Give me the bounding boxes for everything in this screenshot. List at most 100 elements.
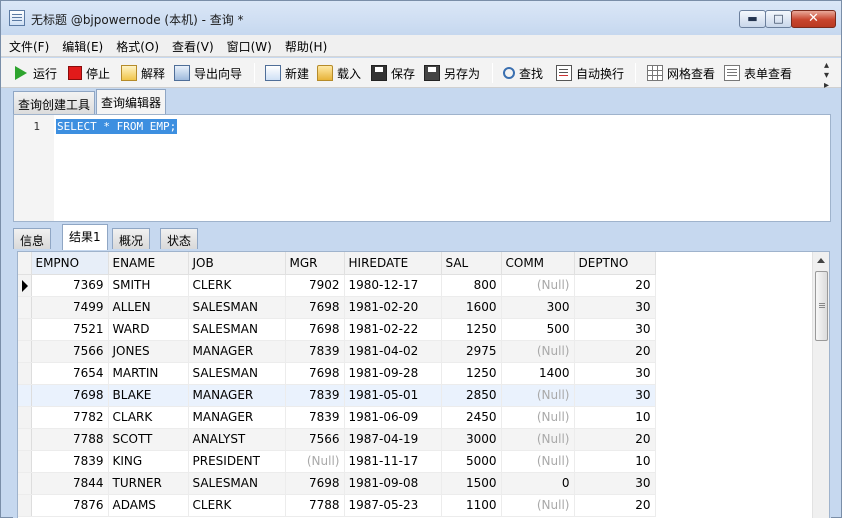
menu-help[interactable]: 帮助(H) xyxy=(277,35,332,55)
grid-cell[interactable]: 20 xyxy=(574,428,656,451)
grid-cell[interactable]: (Null) xyxy=(501,340,575,363)
grid-cell[interactable]: 3000 xyxy=(441,428,502,451)
column-header[interactable]: SAL xyxy=(441,252,502,275)
grid-cell[interactable]: 30 xyxy=(574,472,656,495)
grid-cell[interactable]: PRESIDENT xyxy=(188,450,286,473)
grid-cell[interactable]: (Null) xyxy=(501,450,575,473)
grid-cell[interactable]: 0 xyxy=(501,472,575,495)
grid-cell[interactable]: 30 xyxy=(574,296,656,319)
row-header[interactable] xyxy=(18,472,32,495)
toolbar-overflow-button[interactable]: ▴ ▾ ▸ xyxy=(824,61,829,91)
export-wizard-button[interactable]: 导出向导 xyxy=(174,64,242,82)
grid-view-button[interactable]: 网格查看 xyxy=(647,64,715,82)
grid-cell[interactable]: 1981-04-02 xyxy=(344,340,442,363)
result-grid[interactable]: EMPNO ENAME JOB MGR HIREDATE SAL COMM DE… xyxy=(17,251,830,518)
grid-cell[interactable]: 10 xyxy=(574,406,656,429)
row-header[interactable] xyxy=(18,362,32,385)
grid-cell[interactable]: SALESMAN xyxy=(188,472,286,495)
grid-cell[interactable]: 7839 xyxy=(285,340,345,363)
menu-edit[interactable]: 编辑(E) xyxy=(54,35,108,55)
menu-format[interactable]: 格式(O) xyxy=(108,35,164,55)
grid-cell[interactable]: 7839 xyxy=(285,406,345,429)
grid-cell[interactable]: MANAGER xyxy=(188,384,286,407)
grid-cell[interactable]: 7369 xyxy=(31,274,109,297)
grid-cell[interactable]: 1987-04-19 xyxy=(344,428,442,451)
load-button[interactable]: 载入 xyxy=(317,64,361,82)
grid-cell[interactable]: 7698 xyxy=(285,296,345,319)
menu-file[interactable]: 文件(F) xyxy=(1,35,54,55)
new-button[interactable]: 新建 xyxy=(265,64,309,82)
grid-cell[interactable]: CLERK xyxy=(188,494,286,517)
table-row[interactable]: 7698 BLAKE MANAGER 7839 1981-05-01 2850 (Null)… xyxy=(18,384,656,407)
grid-cell[interactable]: 30 xyxy=(574,362,656,385)
grid-cell[interactable]: MARTIN xyxy=(108,362,189,385)
grid-cell[interactable]: 2975 xyxy=(441,340,502,363)
grid-cell[interactable]: 1981-02-22 xyxy=(344,318,442,341)
column-header[interactable]: ENAME xyxy=(108,252,189,275)
grid-cell[interactable]: 1981-09-08 xyxy=(344,472,442,495)
grid-cell[interactable]: 2450 xyxy=(441,406,502,429)
grid-cell[interactable]: 1981-11-17 xyxy=(344,450,442,473)
grid-cell[interactable]: 1981-06-09 xyxy=(344,406,442,429)
grid-cell[interactable]: SALESMAN xyxy=(188,296,286,319)
grid-cell[interactable]: 20 xyxy=(574,494,656,517)
table-row[interactable]: 7839 KING PRESIDENT (Null) 1981-11-17 5000 (Nu… xyxy=(18,450,656,473)
table-row[interactable]: 7654 MARTIN SALESMAN 7698 1981-09-28 1250 1400… xyxy=(18,362,656,385)
column-header[interactable]: MGR xyxy=(285,252,345,275)
grid-cell[interactable]: MANAGER xyxy=(188,340,286,363)
grid-cell[interactable]: 20 xyxy=(574,340,656,363)
stop-button[interactable]: 停止 xyxy=(68,64,110,82)
column-header[interactable]: EMPNO xyxy=(31,252,109,275)
grid-cell[interactable]: 5000 xyxy=(441,450,502,473)
grid-cell[interactable]: BLAKE xyxy=(108,384,189,407)
menu-view[interactable]: 查看(V) xyxy=(164,35,219,55)
grid-cell[interactable]: MANAGER xyxy=(188,406,286,429)
grid-cell[interactable]: 7499 xyxy=(31,296,109,319)
grid-cell[interactable]: (Null) xyxy=(501,384,575,407)
table-row[interactable]: 7369 SMITH CLERK 7902 1980-12-17 800 (Null) 20 xyxy=(18,274,656,297)
grid-cell[interactable]: 1250 xyxy=(441,362,502,385)
grid-cell[interactable]: SALESMAN xyxy=(188,362,286,385)
table-row[interactable]: 7876 ADAMS CLERK 7788 1987-05-23 1100 (Null) 20 xyxy=(18,494,656,517)
grid-cell[interactable]: 7788 xyxy=(31,428,109,451)
grid-cell[interactable]: ADAMS xyxy=(108,494,189,517)
tab-query-editor[interactable]: 查询编辑器 xyxy=(96,89,167,114)
grid-cell[interactable]: 7782 xyxy=(31,406,109,429)
grid-cell[interactable]: 1500 xyxy=(441,472,502,495)
tab-status[interactable]: 状态 xyxy=(160,228,199,249)
grid-cell[interactable]: (Null) xyxy=(285,450,345,473)
grid-cell[interactable]: KING xyxy=(108,450,189,473)
form-view-button[interactable]: 表单查看 xyxy=(724,64,792,82)
grid-cell[interactable]: 1981-02-20 xyxy=(344,296,442,319)
row-header[interactable] xyxy=(18,428,32,451)
table-row[interactable]: 7782 CLARK MANAGER 7839 1981-06-09 2450 (Null)… xyxy=(18,406,656,429)
grid-cell[interactable]: ANALYST xyxy=(188,428,286,451)
row-header[interactable] xyxy=(18,494,32,517)
grid-cell[interactable]: 7844 xyxy=(31,472,109,495)
grid-cell[interactable]: 10 xyxy=(574,450,656,473)
grid-cell[interactable]: (Null) xyxy=(501,406,575,429)
grid-cell[interactable]: 1600 xyxy=(441,296,502,319)
save-as-button[interactable]: 另存为 xyxy=(424,64,480,82)
scroll-up-icon[interactable] xyxy=(817,258,825,263)
column-header[interactable]: HIREDATE xyxy=(344,252,442,275)
grid-cell[interactable]: ALLEN xyxy=(108,296,189,319)
grid-cell[interactable]: 7698 xyxy=(285,362,345,385)
grid-cell[interactable]: (Null) xyxy=(501,494,575,517)
table-row[interactable]: 7521 WARD SALESMAN 7698 1981-02-22 1250 500 30 xyxy=(18,318,656,341)
grid-cell[interactable]: 300 xyxy=(501,296,575,319)
table-row[interactable]: 7844 TURNER SALESMAN 7698 1981-09-08 1500 0 30 xyxy=(18,472,656,495)
grid-cell[interactable]: 7902 xyxy=(285,274,345,297)
row-header[interactable] xyxy=(18,296,32,319)
find-button[interactable]: 查找 xyxy=(503,64,543,82)
maximize-button[interactable]: □ xyxy=(765,10,792,28)
grid-cell[interactable]: JONES xyxy=(108,340,189,363)
grid-cell[interactable]: 7839 xyxy=(285,384,345,407)
row-header[interactable] xyxy=(18,384,32,407)
close-button[interactable]: ✕ xyxy=(791,10,836,28)
scrollbar-thumb[interactable] xyxy=(815,271,828,341)
grid-cell[interactable]: 1981-09-28 xyxy=(344,362,442,385)
sql-text[interactable]: SELECT * FROM EMP; xyxy=(56,119,178,134)
word-wrap-button[interactable]: 自动换行 xyxy=(556,64,624,82)
grid-cell[interactable]: 7788 xyxy=(285,494,345,517)
